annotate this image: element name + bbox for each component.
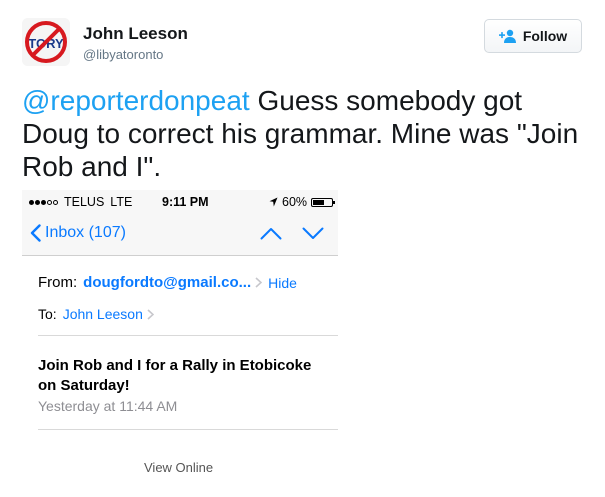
mail-nav-bar: Inbox (107) [22, 215, 338, 256]
to-recipient[interactable]: John Leeson [63, 306, 143, 322]
battery-icon [311, 197, 336, 207]
from-address[interactable]: dougfordto@gmail.co... [83, 274, 251, 291]
location-arrow-icon [269, 197, 278, 207]
carrier-label: TELUS [64, 195, 105, 209]
follow-person-icon [498, 29, 516, 43]
tory-logo-icon: TORY [22, 18, 70, 66]
network-label: LTE [110, 195, 133, 209]
chevron-right-icon [147, 308, 154, 320]
follow-button[interactable]: Follow [484, 19, 582, 53]
inbox-back-button[interactable]: Inbox (107) [30, 224, 126, 242]
hide-button[interactable]: Hide [268, 275, 297, 291]
chevron-left-icon [30, 224, 41, 242]
follow-label: Follow [522, 28, 568, 44]
header-divider [38, 335, 338, 336]
email-date: Yesterday at 11:44 AM [38, 398, 178, 414]
chevron-down-icon[interactable] [302, 227, 324, 240]
tweet-text: @reporterdonpeat Guess somebody got Doug… [22, 84, 587, 183]
status-bar: TELUS LTE 9:11 PM 60% [22, 190, 338, 215]
signal-dot [35, 199, 40, 205]
inbox-back-label: Inbox (107) [45, 224, 126, 241]
battery-fill [313, 199, 325, 205]
battery-percent: 60% [282, 195, 308, 209]
chevron-right-icon [255, 277, 263, 288]
signal-dots-icon [29, 199, 58, 205]
signal-dot [53, 199, 58, 205]
email-to-row: To: John Leeson [38, 306, 154, 322]
email-screenshot: TELUS LTE 9:11 PM 60% Inbox (107) From: … [22, 190, 338, 430]
view-online-link[interactable]: View Online [144, 460, 213, 475]
subject-divider [38, 429, 338, 430]
chevron-up-icon[interactable] [260, 227, 282, 240]
avatar[interactable]: TORY [22, 18, 70, 66]
signal-dot [41, 199, 46, 205]
signal-dot [47, 199, 52, 205]
author-name[interactable]: John Leeson [83, 24, 188, 44]
email-subject: Join Rob and I for a Rally in Etobicoke … [38, 357, 312, 394]
status-time: 9:11 PM [162, 195, 209, 209]
from-label: From: [38, 274, 78, 291]
mention-link[interactable]: @reporterdonpeat [22, 85, 250, 116]
signal-dot [29, 199, 34, 205]
author-handle[interactable]: @libyatoronto [83, 47, 163, 62]
email-from-row: From: dougfordto@gmail.co... Hide [38, 274, 297, 291]
to-label: To: [38, 306, 57, 322]
